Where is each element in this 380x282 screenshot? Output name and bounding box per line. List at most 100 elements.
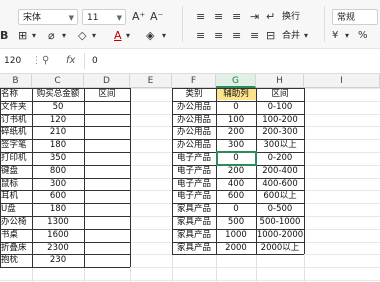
clear-format-icon[interactable]: ◇ [78,29,86,43]
table2-cell-helper[interactable]: 200 [216,126,256,138]
table1-cell-amount[interactable]: 210 [32,126,84,138]
chevron-down-icon[interactable]: ▾ [304,29,308,43]
table1-header-name[interactable]: 名称 [0,88,32,100]
table2-cell-category[interactable]: 办公用品 [172,139,216,151]
highlight-icon[interactable]: ⌀ [48,29,55,43]
merge-icon[interactable]: ⊟ [266,29,275,43]
table1-cell-amount[interactable]: 2300 [32,242,84,254]
indent-icon[interactable]: ⇥ [250,10,259,24]
chevron-down-icon[interactable]: ▾ [92,29,96,43]
table2-cell-range[interactable]: 200-400 [256,165,304,177]
table2-cell-range[interactable]: 2000以上 [256,242,304,254]
table2-cell-range[interactable]: 0-100 [256,101,304,113]
table1-cell-name[interactable]: 办公椅 [0,216,32,228]
font-color-button[interactable]: A [114,29,122,43]
number-format-select[interactable]: 常规 [332,9,378,25]
erase-icon[interactable]: ◈ [146,29,154,43]
column-header-f[interactable]: F [172,74,216,88]
align-right-icon[interactable]: ≡ [232,29,241,43]
table1-header-amount[interactable]: 购买总金额 [32,88,84,100]
align-middle-icon[interactable]: ≡ [214,10,223,24]
table2-cell-helper[interactable]: 100 [216,114,256,126]
table1-cell-amount[interactable]: 50 [32,101,84,113]
table1-cell-name[interactable]: 键盘 [0,165,32,177]
font-size-select[interactable]: 11 ▼ [82,9,126,25]
wrap-text-button[interactable]: 换行 [282,11,300,23]
table1-cell-amount[interactable]: 350 [32,152,84,164]
table1-cell-amount[interactable]: 180 [32,203,84,215]
table1-cell-amount[interactable]: 1300 [32,216,84,228]
table2-cell-category[interactable]: 电子产品 [172,165,216,177]
table1-cell-amount[interactable]: 300 [32,178,84,190]
table2-cell-category[interactable]: 电子产品 [172,178,216,190]
table2-cell-range[interactable]: 100-200 [256,114,304,126]
table2-cell-range[interactable]: 500-1000 [256,216,304,228]
table2-cell-helper[interactable]: 200 [216,165,256,177]
table1-cell-amount[interactable]: 120 [32,114,84,126]
wrap-icon[interactable]: ↵ [266,10,275,24]
table2-cell-range[interactable]: 1000-2000 [256,229,304,241]
table2-cell-range[interactable]: 0-500 [256,203,304,215]
table2-cell-helper[interactable]: 600 [216,190,256,202]
table1-cell-name[interactable]: 订书机 [0,114,32,126]
table1-cell-amount[interactable]: 1600 [32,229,84,241]
currency-icon[interactable]: ¥ [332,29,338,43]
align-bottom-icon[interactable]: ≡ [232,10,241,24]
table2-cell-helper[interactable]: 2000 [216,242,256,254]
table1-cell-name[interactable]: 折叠床 [0,242,32,254]
table1-cell-amount[interactable]: 230 [32,254,84,266]
justify-icon[interactable]: ≡ [250,29,259,43]
table2-cell-helper[interactable]: 300 [216,139,256,151]
table2-cell-category[interactable]: 家具产品 [172,203,216,215]
table2-cell-range[interactable]: 300以上 [256,139,304,151]
table2-cell-category[interactable]: 家具产品 [172,229,216,241]
table2-cell-category[interactable]: 家具产品 [172,216,216,228]
table2-cell-helper[interactable]: 1000 [216,229,256,241]
table2-cell-helper[interactable]: 500 [216,216,256,228]
table1-cell-amount[interactable]: 800 [32,165,84,177]
column-header-b[interactable]: B [0,74,32,88]
table1-header-range[interactable]: 区间 [84,88,130,100]
border-icon[interactable]: ⊞ [18,29,27,43]
percent-icon[interactable]: % [358,29,368,43]
name-box[interactable]: 120 [0,53,30,69]
table1-cell-name[interactable]: 文件夹 [0,101,32,113]
table2-cell-helper[interactable]: 0 [216,101,256,113]
table2-cell-category[interactable]: 办公用品 [172,126,216,138]
column-header-g[interactable]: G [216,74,256,88]
column-header-d[interactable]: D [84,74,130,88]
table2-cell-range[interactable]: 400-600 [256,178,304,190]
table1-cell-name[interactable]: 鼠标 [0,178,32,190]
table1-cell-name[interactable]: 签字笔 [0,139,32,151]
chevron-down-icon[interactable]: ⋮ [32,53,41,69]
table1-cell-name[interactable]: 打印机 [0,152,32,164]
chevron-down-icon[interactable]: ▾ [345,29,349,43]
zoom-icon[interactable]: ⚲ [42,53,49,69]
spreadsheet-grid[interactable]: B C D E F G H I 名称 购买总金额 区间 文件夹 50 订书机 120 碎纸机 2… [0,74,380,282]
shrink-font-button[interactable]: A⁻ [150,10,163,24]
chevron-down-icon[interactable]: ▾ [162,29,166,43]
table2-header-range[interactable]: 区间 [256,88,304,100]
table2-cell-category[interactable]: 家具产品 [172,242,216,254]
table2-header-category[interactable]: 类别 [172,88,216,100]
table2-cell-category[interactable]: 电子产品 [172,152,216,164]
table1-cell-name[interactable]: 书桌 [0,229,32,241]
table2-cell-range[interactable]: 200-300 [256,126,304,138]
align-top-icon[interactable]: ≡ [196,10,205,24]
chevron-down-icon[interactable]: ▾ [62,29,66,43]
table1-cell-amount[interactable]: 600 [32,190,84,202]
table2-cell-category[interactable]: 办公用品 [172,101,216,113]
formula-input[interactable]: 0 [92,53,98,69]
table2-cell-range[interactable]: 0-200 [256,152,304,164]
table2-cell-category[interactable]: 办公用品 [172,114,216,126]
table1-cell-name[interactable]: 抱枕 [0,254,32,266]
bold-button[interactable]: B [0,29,8,43]
align-left-icon[interactable]: ≡ [196,29,205,43]
font-name-select[interactable]: 宋体 ▼ [18,9,78,25]
table2-cell-helper[interactable]: 400 [216,178,256,190]
table2-cell-range[interactable]: 600以上 [256,190,304,202]
table1-cell-name[interactable]: U盘 [0,203,32,215]
table1-cell-name[interactable]: 耳机 [0,190,32,202]
merge-button[interactable]: 合并 [282,30,300,42]
column-header-h[interactable]: H [256,74,304,88]
